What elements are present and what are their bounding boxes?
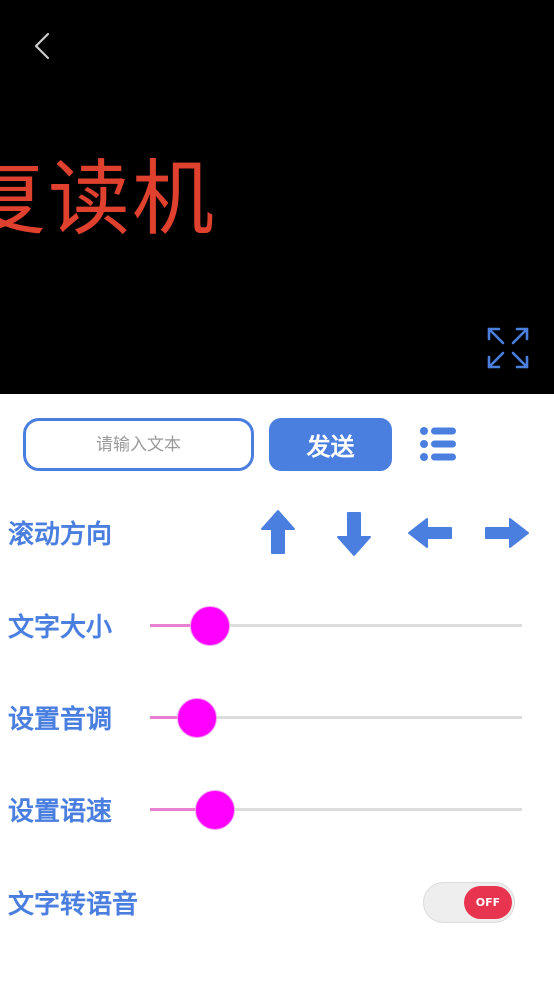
back-button[interactable] <box>26 26 62 66</box>
fullscreen-button[interactable] <box>484 324 532 372</box>
expand-icon <box>487 327 529 369</box>
tts-label: 文字转语音 <box>8 890 139 920</box>
text-input[interactable] <box>23 418 254 471</box>
pitch-slider[interactable] <box>150 698 522 738</box>
font-size-slider[interactable] <box>150 606 522 646</box>
font-size-label: 文字大小 <box>8 613 113 643</box>
scroll-left-button[interactable] <box>406 509 454 557</box>
history-list-button[interactable] <box>419 426 457 462</box>
scroll-direction-label: 滚动方向 <box>8 520 113 550</box>
slider-thumb[interactable] <box>189 606 230 646</box>
slider-thumb[interactable] <box>195 790 236 830</box>
arrow-up-icon <box>261 510 295 554</box>
scroll-right-button[interactable] <box>483 509 531 557</box>
slider-thumb[interactable] <box>176 698 217 738</box>
pitch-label: 设置音调 <box>8 705 113 735</box>
toggle-knob: OFF <box>464 886 512 919</box>
chevron-left-icon <box>34 32 50 60</box>
list-icon <box>420 427 456 461</box>
send-button[interactable]: 发送 <box>269 418 392 471</box>
marquee-text: 复读机 <box>0 152 217 247</box>
tts-toggle[interactable]: OFF <box>423 882 515 923</box>
speech-rate-label: 设置语速 <box>8 797 113 827</box>
arrow-down-icon <box>337 512 371 556</box>
arrow-right-icon <box>485 518 529 548</box>
scroll-up-button[interactable] <box>254 509 302 557</box>
arrow-left-icon <box>408 518 452 548</box>
led-display: 复读机 <box>0 0 554 394</box>
speech-rate-slider[interactable] <box>150 790 522 830</box>
scroll-down-button[interactable] <box>330 509 378 557</box>
